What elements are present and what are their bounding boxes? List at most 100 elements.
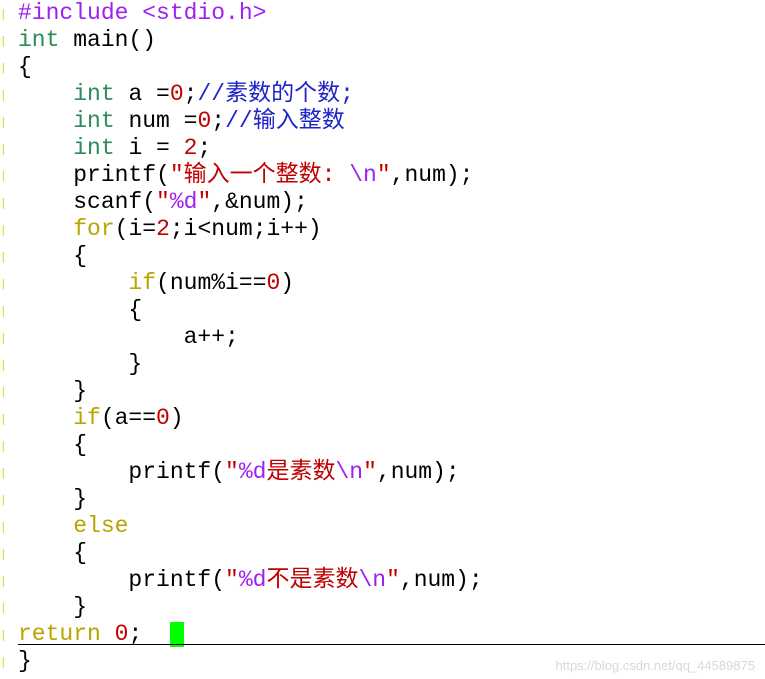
code-token: "	[225, 567, 239, 593]
code-token: ,&num);	[211, 189, 308, 215]
code-token: )	[169, 405, 184, 431]
code-token: printf(	[18, 162, 170, 188]
code-token: if	[128, 270, 157, 296]
code-line[interactable]: if(num%i==0)	[18, 270, 483, 297]
code-line[interactable]: {	[18, 54, 483, 81]
gutter-mark: |	[0, 197, 5, 209]
code-editor[interactable]: | | | | | | | | | | | | | | | | | | | | | | | | | #include <stdi…	[0, 0, 765, 679]
code-line[interactable]: for(i=2;i<num;i++)	[18, 216, 483, 243]
code-token: %d	[238, 459, 267, 485]
gutter-mark: |	[0, 413, 5, 425]
gutter-mark: |	[0, 656, 5, 668]
gutter-mark: |	[0, 440, 5, 452]
gutter-mark: |	[0, 305, 5, 317]
code-token: \n	[349, 162, 377, 188]
code-line[interactable]: int i = 2;	[18, 135, 483, 162]
code-token: 不是素数	[266, 567, 359, 593]
code-line[interactable]: }	[18, 351, 483, 378]
code-line[interactable]: {	[18, 432, 483, 459]
gutter-mark: |	[0, 467, 5, 479]
code-line[interactable]: printf("%d不是素数\n",num);	[18, 567, 483, 594]
code-token: "	[197, 189, 212, 215]
code-token: scanf(	[18, 189, 157, 215]
code-token: {	[18, 54, 32, 80]
code-line[interactable]: a++;	[18, 324, 483, 351]
code-line[interactable]: if(a==0)	[18, 405, 483, 432]
code-area[interactable]: #include <stdio.h> int main(){ int a =0;/…	[18, 0, 483, 675]
code-token: #include <stdio.h>	[18, 0, 267, 26]
code-token: int	[73, 135, 115, 161]
code-token: 2	[183, 135, 198, 161]
gutter-mark: |	[0, 35, 5, 47]
code-line[interactable]: {	[18, 297, 483, 324]
code-line[interactable]: printf("输入一个整数: \n",num);	[18, 162, 483, 189]
gutter-mark: |	[0, 629, 5, 641]
code-token: 0	[156, 405, 170, 431]
line-number-gutter: | | | | | | | | | | | | | | | | | | | | | | | | |	[0, 0, 6, 679]
code-token: for	[73, 216, 115, 242]
code-token: "	[363, 459, 377, 485]
code-line[interactable]: {	[18, 243, 483, 270]
code-token: ,num);	[399, 567, 483, 593]
code-line[interactable]: }	[18, 378, 483, 405]
code-token: {	[18, 243, 88, 269]
code-line[interactable]: int a =0;//素数的个数;	[18, 81, 483, 108]
code-token: "	[376, 162, 391, 188]
code-token: }	[18, 378, 88, 404]
gutter-mark: |	[0, 548, 5, 560]
code-token: {	[18, 540, 88, 566]
code-line[interactable]: int main()	[18, 27, 483, 54]
gutter-mark: |	[0, 251, 5, 263]
code-token: //素数的个数;	[197, 81, 354, 107]
code-token: printf(	[18, 567, 226, 593]
code-token: (i=	[114, 216, 157, 242]
code-token: 0	[169, 81, 184, 107]
code-token: )	[280, 270, 295, 296]
gutter-mark: |	[0, 278, 5, 290]
cursor-line-underline	[18, 644, 765, 645]
code-line[interactable]: int num =0;//输入整数	[18, 108, 483, 135]
code-line[interactable]: else	[18, 513, 483, 540]
code-token: a++;	[18, 324, 239, 350]
code-token: int	[73, 108, 115, 134]
code-token: printf(	[18, 459, 226, 485]
code-token: else	[73, 513, 129, 539]
code-token: }	[18, 486, 88, 512]
watermark: https://blog.csdn.net/qq_44589875	[555, 658, 756, 673]
code-token: ;	[183, 81, 198, 107]
code-token: 0	[266, 270, 281, 296]
code-line[interactable]: {	[18, 540, 483, 567]
code-token: ,num);	[376, 459, 460, 485]
code-token: (a==	[100, 405, 157, 431]
gutter-mark: |	[0, 575, 5, 587]
code-token: a =	[114, 81, 170, 107]
gutter-mark: |	[0, 602, 5, 614]
code-token: }	[18, 648, 32, 674]
code-token: //输入整数	[225, 108, 345, 134]
code-token: }	[18, 594, 88, 620]
code-line[interactable]: }	[18, 486, 483, 513]
code-token: main()	[59, 27, 157, 53]
code-token: int	[18, 27, 60, 53]
code-token: "	[386, 567, 400, 593]
code-token: ;	[197, 135, 212, 161]
code-token: {	[18, 297, 143, 323]
gutter-mark: |	[0, 62, 5, 74]
code-line[interactable]: #include <stdio.h>	[18, 0, 483, 27]
code-token: int	[73, 81, 115, 107]
gutter-mark: |	[0, 386, 5, 398]
code-token: %d	[238, 567, 267, 593]
code-token: \n	[358, 567, 387, 593]
code-line[interactable]: printf("%d是素数\n",num);	[18, 459, 483, 486]
gutter-mark: |	[0, 89, 5, 101]
code-line[interactable]: }	[18, 648, 483, 675]
code-line[interactable]: }	[18, 594, 483, 621]
code-token: ,num);	[390, 162, 474, 188]
code-line[interactable]: scanf("%d",&num);	[18, 189, 483, 216]
